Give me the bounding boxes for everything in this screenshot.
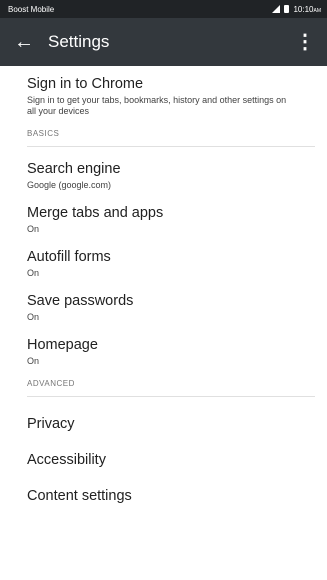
overflow-menu-icon[interactable]: ⋮ bbox=[295, 32, 315, 52]
section-header-basics: BASICS bbox=[27, 117, 315, 147]
status-bar: Boost Mobile 10:10AM bbox=[0, 0, 327, 18]
merge-tabs-item[interactable]: Merge tabs and apps On bbox=[27, 191, 315, 235]
signal-icon bbox=[272, 5, 281, 13]
autofill-forms-item[interactable]: Autofill forms On bbox=[27, 235, 315, 279]
item-title: Save passwords bbox=[27, 293, 134, 309]
item-title: Autofill forms bbox=[27, 249, 111, 265]
item-subtitle: On bbox=[27, 224, 40, 234]
item-title: Merge tabs and apps bbox=[27, 205, 164, 221]
page-title: Settings bbox=[48, 32, 110, 51]
homepage-item[interactable]: Homepage On bbox=[27, 323, 315, 367]
settings-list: Sign in to Chrome Sign in to get your ta… bbox=[0, 66, 327, 504]
carrier-label: Boost Mobile bbox=[8, 4, 55, 14]
search-engine-item[interactable]: Search engine Google (google.com) bbox=[27, 147, 315, 191]
sign-in-to-chrome[interactable]: Sign in to Chrome Sign in to get your ta… bbox=[27, 66, 315, 117]
item-title: Sign in to Chrome bbox=[27, 76, 144, 92]
toolbar: ← Settings ⋮ bbox=[0, 18, 327, 66]
accessibility-item[interactable]: Accessibility bbox=[27, 432, 315, 468]
item-title: Search engine bbox=[27, 161, 121, 177]
privacy-item[interactable]: Privacy bbox=[27, 397, 315, 432]
section-header-advanced: ADVANCED bbox=[27, 367, 315, 397]
item-subtitle: Google (google.com) bbox=[27, 180, 112, 190]
save-passwords-item[interactable]: Save passwords On bbox=[27, 279, 315, 323]
item-title: Homepage bbox=[27, 337, 98, 353]
item-subtitle: On bbox=[27, 356, 40, 366]
battery-icon bbox=[284, 5, 290, 13]
status-icons: 10:10AM bbox=[272, 5, 321, 14]
item-subtitle: On bbox=[27, 268, 40, 278]
back-arrow-icon[interactable]: ← bbox=[14, 32, 48, 52]
content-settings-item[interactable]: Content settings bbox=[27, 468, 315, 504]
item-subtitle: On bbox=[27, 312, 40, 322]
item-subtitle: Sign in to get your tabs, bookmarks, his… bbox=[27, 95, 287, 116]
clock: 10:10AM bbox=[293, 4, 321, 14]
